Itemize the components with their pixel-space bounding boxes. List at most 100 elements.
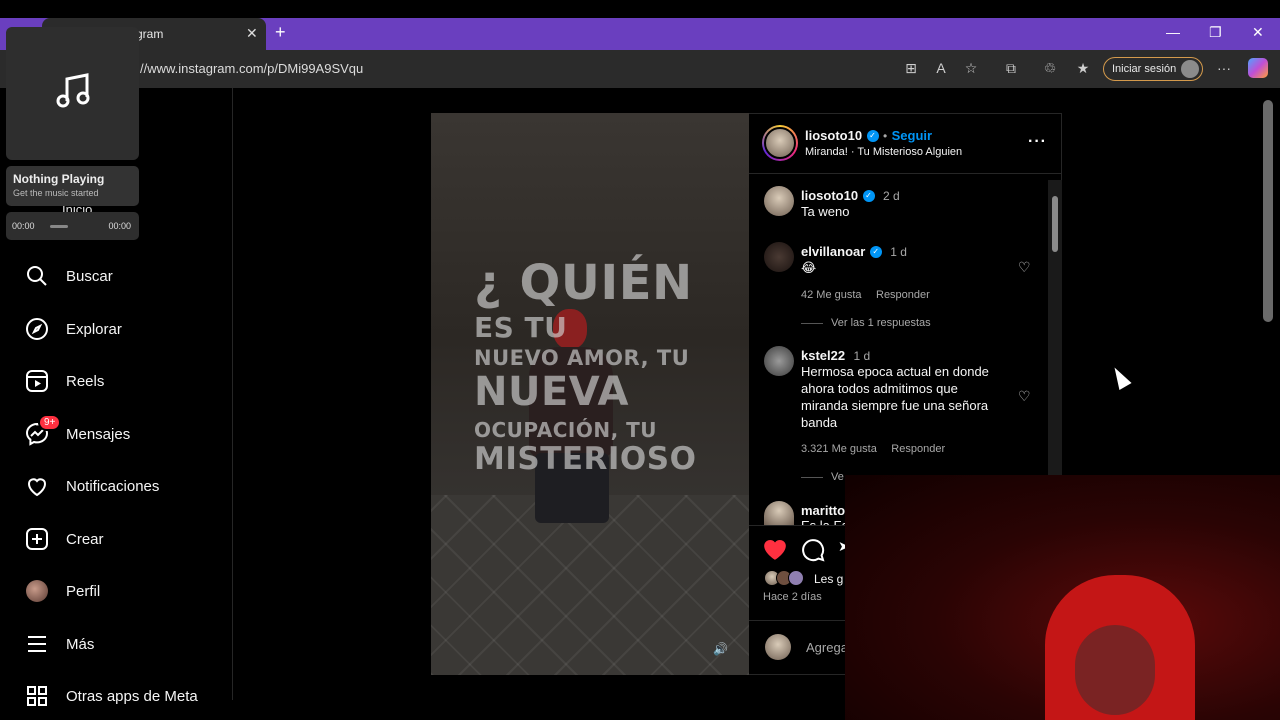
sidebar-item-mensajes[interactable]: 9+ Mensajes: [24, 414, 131, 449]
comment-username[interactable]: maritto: [801, 503, 845, 518]
sidebar-item-label: Crear: [66, 530, 104, 548]
media-player-progress[interactable]: 00:00 00:00: [6, 212, 139, 240]
favorites-list-icon[interactable]: ★: [1074, 59, 1092, 77]
page-scrollbar[interactable]: [1263, 100, 1273, 322]
verified-icon: ✓: [862, 189, 875, 202]
comment-like-heart-icon[interactable]: ♡: [1018, 259, 1031, 276]
sidebar-item-crear[interactable]: Crear: [24, 524, 104, 554]
comment-likes[interactable]: 3.321 Me gusta: [801, 443, 877, 455]
more-options-icon[interactable]: ···: [1028, 133, 1047, 151]
favorite-star-icon[interactable]: ☆: [962, 59, 980, 77]
sidebar-item-label: Perfil: [66, 582, 101, 600]
view-replies-label: Ver las 1 respuestas: [831, 317, 931, 329]
search-icon: [24, 263, 50, 289]
media-player-title: Nothing Playing: [13, 172, 105, 186]
comment-text-line: banda: [801, 415, 838, 430]
liker-avatars: [764, 570, 804, 586]
time-end: 00:00: [108, 221, 131, 231]
sidebar-item-perfil[interactable]: Perfil: [24, 576, 100, 606]
time-start: 00:00: [12, 221, 35, 231]
comment-time: 1 d: [853, 349, 871, 363]
copilot-icon[interactable]: [1248, 58, 1268, 78]
comment-text: Hermosa epoca actual en donde ahora todo…: [801, 363, 1011, 431]
sidebar-item-mas[interactable]: Más: [24, 629, 94, 659]
overlay-line-5: OCUPACIÓN, TU: [474, 418, 658, 442]
sidebar-item-buscar[interactable]: Buscar: [24, 261, 113, 291]
user-avatar-icon: [1181, 60, 1199, 78]
media-player-artwork[interactable]: [6, 27, 139, 160]
overlay-line-6: MISTERIOSO: [474, 441, 697, 477]
add-comment-input[interactable]: Agrega: [806, 640, 848, 655]
reply-button[interactable]: Responder: [876, 289, 930, 301]
author-avatar[interactable]: [762, 125, 798, 161]
browser-menu-icon[interactable]: ···: [1215, 59, 1233, 77]
reply-button[interactable]: Responder: [891, 443, 945, 455]
verified-icon: ✓: [869, 245, 882, 258]
app-grid-icon[interactable]: ⊞: [902, 59, 920, 77]
volume-icon[interactable]: 🔊: [713, 642, 728, 656]
view-replies-label: Ve: [831, 471, 844, 483]
comment-time: 1 d: [890, 245, 907, 259]
compass-icon: [24, 316, 50, 342]
messenger-icon: 9+: [24, 414, 62, 447]
comment-header: elvillanoar ✓ 1 d: [801, 243, 907, 261]
restore-icon[interactable]: ❐: [1209, 24, 1222, 41]
comment-text-line: ahora todos admitimos que: [801, 381, 958, 396]
post-video[interactable]: ¿ QUIÉN ES TU NUEVO AMOR, TU NUEVA OCUPA…: [431, 113, 749, 675]
sidebar-item-label: Mensajes: [66, 425, 131, 443]
heart-icon: [24, 473, 50, 499]
view-replies[interactable]: Ver las 1 respuestas: [801, 317, 931, 329]
extensions-icon[interactable]: ⧉: [1002, 59, 1020, 77]
sidebar-item-explorar[interactable]: Explorar: [24, 314, 122, 344]
follow-separator: •: [882, 129, 888, 143]
sidebar-item-label: Reels: [66, 372, 105, 390]
close-window-icon[interactable]: ✕: [1252, 24, 1264, 41]
sidebar-item-label: Buscar: [66, 267, 113, 285]
verified-icon: ✓: [866, 129, 879, 142]
comment-like-heart-icon[interactable]: ♡: [1018, 388, 1031, 405]
webcam-overlay: [845, 475, 1280, 720]
sign-in-label: Iniciar sesión: [1112, 63, 1177, 75]
progress-bar[interactable]: [50, 225, 68, 228]
overlay-line-1: ¿ QUIÉN: [474, 255, 693, 311]
view-replies[interactable]: Ve: [801, 471, 844, 483]
browser-essentials-icon[interactable]: ♲: [1041, 59, 1059, 77]
url-field[interactable]: //www.instagram.com/p/DMi99A9SVqu: [120, 57, 890, 81]
current-user-avatar: [765, 634, 791, 660]
audio-label[interactable]: Miranda! · Tu Misterioso Alguien: [805, 146, 962, 158]
new-tab-button[interactable]: +: [275, 22, 286, 43]
tab-title: gram: [136, 27, 164, 41]
read-aloud-icon[interactable]: A: [932, 59, 950, 77]
comment-text: Ta weno: [801, 204, 850, 219]
comment-avatar[interactable]: [764, 242, 794, 272]
reels-icon: [24, 368, 50, 394]
profile-avatar: [26, 580, 48, 602]
comment-username[interactable]: elvillanoar: [801, 244, 865, 259]
comments-scroll-thumb[interactable]: [1052, 196, 1058, 252]
likes-preview[interactable]: Les g: [814, 572, 843, 586]
comment-likes[interactable]: 42 Me gusta: [801, 289, 862, 301]
post-time: Hace 2 días: [763, 591, 822, 603]
comment-username[interactable]: liosoto10: [801, 188, 858, 203]
sidebar-item-label: Notificaciones: [66, 477, 160, 495]
author-username[interactable]: liosoto10: [805, 128, 862, 143]
comment-avatar[interactable]: [764, 186, 794, 216]
comment-avatar[interactable]: [764, 501, 794, 525]
minimize-icon[interactable]: —: [1166, 24, 1180, 40]
notification-badge: 9+: [38, 414, 62, 431]
comment-meta: 3.321 Me gusta Responder: [801, 439, 945, 457]
sign-in-button[interactable]: Iniciar sesión: [1103, 57, 1203, 81]
sidebar-item-label: Más: [66, 635, 95, 653]
sidebar-item-notificaciones[interactable]: Notificaciones: [24, 471, 159, 501]
comment-avatar[interactable]: [764, 346, 794, 376]
sidebar-item-otras-apps[interactable]: Otras apps de Meta: [24, 681, 198, 711]
comment-time: 2 d: [882, 189, 900, 203]
sidebar-item-reels[interactable]: Reels: [24, 366, 104, 396]
comment-bubble-icon[interactable]: [801, 538, 825, 567]
tab-close-icon[interactable]: ✕: [246, 25, 258, 42]
overlay-line-2: ES TU: [474, 311, 568, 344]
follow-button[interactable]: Seguir: [892, 128, 932, 143]
media-player-info: Nothing Playing Get the music started: [6, 166, 139, 206]
like-heart-icon[interactable]: [762, 537, 788, 566]
comment-username[interactable]: kstel22: [801, 348, 845, 363]
